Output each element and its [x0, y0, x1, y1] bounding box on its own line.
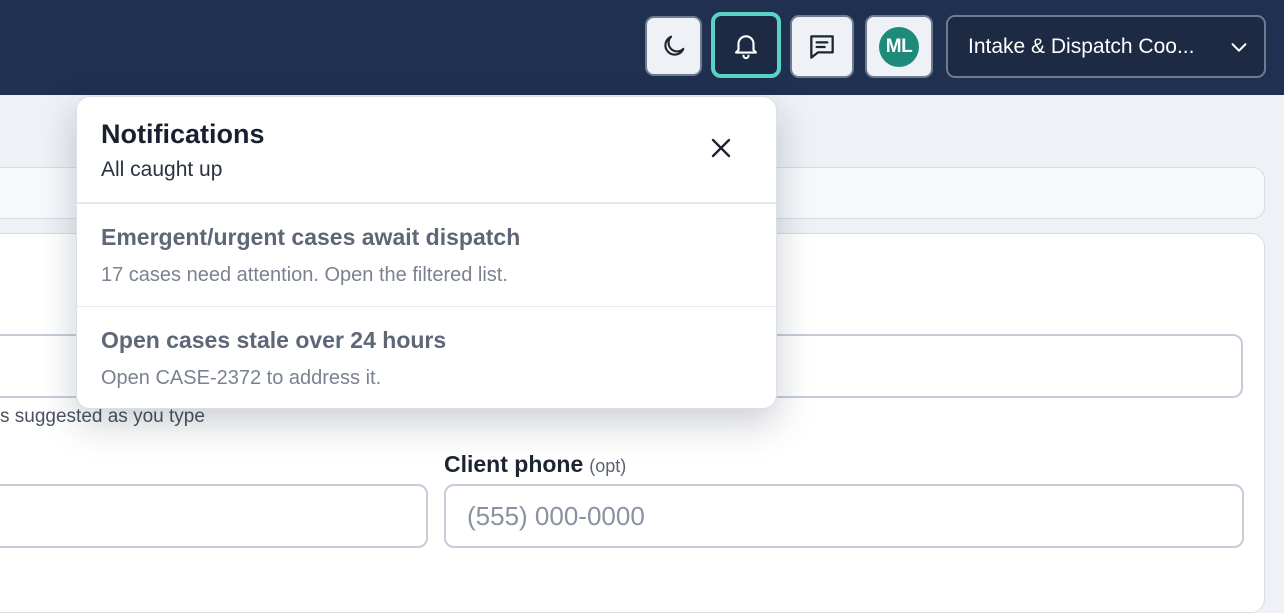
- field-hint: s suggested as you type: [0, 406, 205, 427]
- notification-body: Open CASE-2372 to address it.: [101, 367, 382, 389]
- role-select[interactable]: Intake & Dispatch Coo...: [946, 15, 1266, 78]
- client-phone-label-text: Client phone: [444, 451, 584, 477]
- avatar: ML: [879, 26, 919, 67]
- notification-item[interactable]: Open cases stale over 24 hours Open CASE…: [77, 307, 776, 408]
- notification-item[interactable]: Emergent/urgent cases await dispatch 17 …: [77, 204, 776, 307]
- notifications-header: Notifications All caught up: [77, 97, 776, 204]
- notifications-popover: Notifications All caught up Emergent/urg…: [76, 96, 777, 409]
- client-name-input[interactable]: [0, 484, 428, 548]
- notifications-subtitle: All caught up: [101, 158, 223, 181]
- top-navigation-bar: ML Intake & Dispatch Coo...: [0, 0, 1284, 95]
- message-square-icon: [810, 34, 834, 59]
- optional-tag: (opt): [589, 456, 627, 476]
- user-menu-button[interactable]: ML: [865, 15, 933, 78]
- role-select-value: Intake & Dispatch Coo...: [968, 34, 1195, 58]
- moon-icon: [663, 35, 684, 56]
- close-icon: [711, 138, 731, 158]
- notification-body: 17 cases need attention. Open the filter…: [101, 264, 508, 286]
- chevron-down-icon: [1231, 42, 1247, 52]
- close-button[interactable]: [706, 133, 736, 163]
- client-phone-label: Client phone (opt): [444, 451, 626, 478]
- messages-button[interactable]: [790, 15, 854, 78]
- notification-title: Open cases stale over 24 hours: [101, 327, 447, 353]
- theme-toggle-button[interactable]: [645, 16, 702, 76]
- notifications-title: Notifications: [101, 119, 265, 149]
- bell-icon: [734, 35, 758, 60]
- notification-title: Emergent/urgent cases await dispatch: [101, 224, 521, 250]
- notifications-button[interactable]: [711, 12, 781, 78]
- client-phone-input[interactable]: [444, 484, 1244, 548]
